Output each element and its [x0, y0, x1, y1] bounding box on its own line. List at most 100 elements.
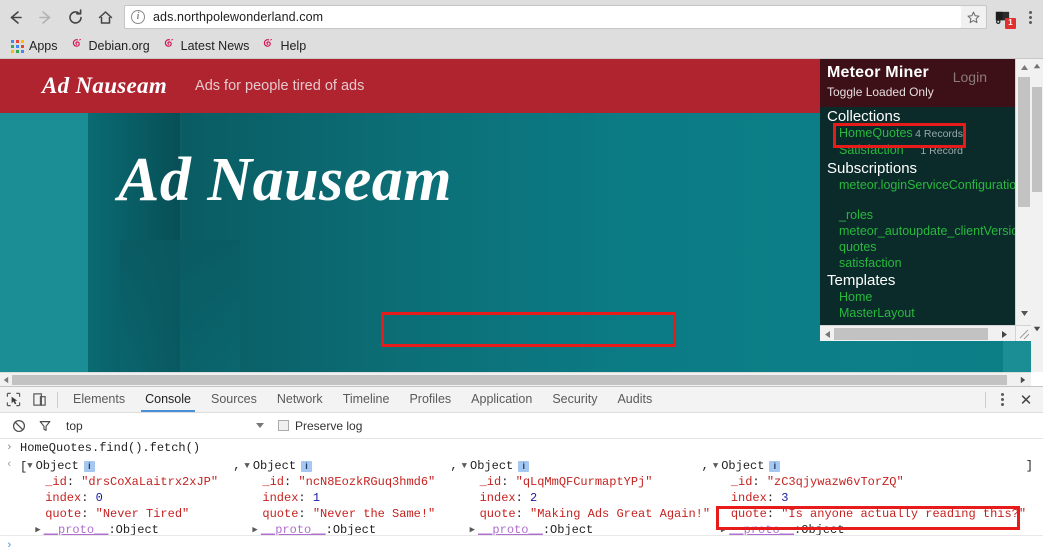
object-property-id: _id: "drsCoXaLaitrx2xJP" — [45, 475, 219, 489]
debian-swirl-icon — [162, 37, 176, 56]
info-icon[interactable]: i — [518, 460, 530, 472]
triangle-expanded-icon[interactable]: ▼ — [244, 458, 249, 474]
chevron-down-icon[interactable] — [256, 423, 264, 428]
info-icon[interactable]: i — [769, 460, 781, 472]
reload-icon[interactable] — [60, 2, 90, 32]
input-chevron-icon: › — [6, 442, 13, 454]
inspect-element-icon[interactable] — [0, 388, 26, 412]
subscription-item[interactable]: _roles — [827, 207, 1015, 223]
property-key: quote — [479, 507, 516, 521]
console-output[interactable]: › HomeQuotes.find().fetch() ‹ [ ▼ Object… — [0, 439, 1043, 554]
bookmark-apps[interactable]: Apps — [8, 35, 65, 57]
scroll-right-arrow-icon[interactable] — [998, 328, 1010, 340]
subscription-item[interactable]: meteor.loginServiceConfiguration — [827, 177, 1015, 193]
object-property-index: index: 0 — [45, 491, 103, 505]
object-separator: , — [233, 459, 241, 473]
console-object[interactable]: ▼ Object i _id: "zC3qjywazw6vTorZQ" inde… — [713, 458, 1026, 538]
devtools-toolbar-right: ✕ — [980, 391, 1043, 409]
object-property-id: _id: "qLqMmQFCurmaptYPj" — [479, 475, 653, 489]
object-header[interactable]: ▼ Object i — [462, 458, 698, 474]
bookmark-label: Latest News — [180, 39, 250, 53]
hero-band-left — [0, 113, 88, 372]
collection-name[interactable]: HomeQuotes — [839, 125, 913, 141]
tab-timeline[interactable]: Timeline — [333, 388, 400, 411]
property-key: quote — [730, 507, 767, 521]
template-item[interactable]: Home — [827, 289, 1015, 305]
console-prompt[interactable]: › — [6, 540, 13, 552]
hero-title: Ad Nauseam — [118, 146, 452, 214]
tab-console[interactable]: Console — [135, 388, 201, 412]
scrollbar-thumb[interactable] — [1032, 87, 1042, 192]
tab-network[interactable]: Network — [267, 388, 333, 411]
back-arrow-icon[interactable] — [0, 2, 30, 32]
triangle-expanded-icon[interactable]: ▼ — [713, 458, 718, 474]
object-header[interactable]: ▼ Object i — [713, 458, 1013, 474]
tab-profiles[interactable]: Profiles — [399, 388, 461, 411]
property-value: "Never Tired" — [95, 507, 190, 521]
return-chevron-icon: ‹ — [6, 459, 13, 471]
clear-console-icon[interactable] — [6, 414, 32, 438]
panel-resize-grip[interactable] — [1015, 325, 1031, 341]
page-scroll-right-icon[interactable] — [1017, 375, 1029, 385]
property-value: "drsCoXaLaitrx2xJP" — [81, 475, 219, 489]
property-key: quote — [45, 507, 82, 521]
scrollbar-thumb[interactable] — [1018, 77, 1030, 207]
console-command: HomeQuotes.find().fetch() — [20, 441, 201, 455]
triangle-expanded-icon[interactable]: ▼ — [462, 458, 467, 474]
subscription-item[interactable]: satisfaction — [827, 255, 1015, 271]
page-scroll-down-icon[interactable] — [1032, 324, 1042, 334]
panel-vertical-scrollbar[interactable] — [1015, 59, 1031, 325]
panel-horizontal-scrollbar[interactable] — [820, 325, 1015, 341]
object-label: Object — [35, 459, 79, 473]
filter-icon[interactable] — [32, 414, 58, 438]
console-object[interactable]: ▼ Object i _id: "drsCoXaLaitrx2xJP" inde… — [27, 458, 229, 538]
subscription-item[interactable]: quotes — [827, 239, 1015, 255]
login-link[interactable]: Login — [953, 69, 987, 85]
device-toolbar-icon[interactable] — [26, 388, 52, 412]
browser-menu-icon[interactable] — [1017, 2, 1043, 32]
address-bar[interactable]: i ads.northpolewonderland.com — [124, 5, 962, 29]
scrollbar-thumb[interactable] — [12, 375, 1007, 385]
tab-audits[interactable]: Audits — [607, 388, 662, 411]
scroll-left-arrow-icon[interactable] — [822, 328, 832, 340]
devtools-close-icon[interactable]: ✕ — [1013, 391, 1039, 409]
toggle-loaded-only[interactable]: Toggle Loaded Only — [827, 85, 1015, 99]
subscription-item[interactable]: meteor_autoupdate_clientVersions — [827, 223, 1015, 239]
collection-name[interactable]: Satisfaction — [839, 142, 904, 158]
collection-row-satisfaction[interactable]: Satisfaction 1 Record — [827, 142, 1015, 159]
template-item[interactable]: MasterLayout — [827, 305, 1015, 321]
bookmark-label: Help — [280, 39, 307, 53]
info-icon[interactable]: i — [301, 460, 313, 472]
site-info-icon[interactable]: i — [131, 10, 145, 24]
extension-icon[interactable]: 1 — [987, 2, 1017, 32]
page-scroll-left-icon[interactable] — [1, 375, 11, 385]
object-header[interactable]: ▼ Object i — [244, 458, 446, 474]
page-vertical-scrollbar[interactable] — [1031, 59, 1043, 372]
devtools-menu-icon[interactable] — [991, 393, 1013, 406]
object-property-quote: quote: "Never Tired" — [45, 507, 190, 521]
context-selector[interactable]: top — [66, 419, 256, 433]
preserve-log-label: Preserve log — [295, 418, 363, 433]
home-icon[interactable] — [90, 2, 120, 32]
console-object[interactable]: ▼ Object i _id: "qLqMmQFCurmaptYPj" inde… — [462, 458, 710, 538]
star-icon[interactable] — [961, 5, 987, 29]
scroll-down-arrow-icon[interactable] — [1018, 307, 1030, 319]
bookmark-help[interactable]: Help — [258, 35, 313, 57]
bookmark-latest-news[interactable]: Latest News — [159, 35, 257, 57]
object-separator: , — [701, 459, 709, 473]
page-horizontal-scrollbar[interactable] — [0, 372, 1031, 386]
triangle-expanded-icon[interactable]: ▼ — [27, 458, 32, 474]
tab-elements[interactable]: Elements — [63, 388, 135, 411]
scroll-up-arrow-icon[interactable] — [1018, 61, 1030, 73]
console-object[interactable]: ▼ Object i _id: "ncN8EozkRGuq3hmd6" inde… — [244, 458, 446, 538]
tab-sources[interactable]: Sources — [201, 388, 267, 411]
collection-row-homequotes[interactable]: HomeQuotes 4 Records — [827, 125, 1015, 142]
page-scroll-up-icon[interactable] — [1032, 61, 1042, 71]
scrollbar-thumb[interactable] — [834, 328, 988, 340]
bookmark-debian-org[interactable]: Debian.org — [67, 35, 157, 57]
tab-security[interactable]: Security — [542, 388, 607, 411]
object-header[interactable]: ▼ Object i — [27, 458, 229, 474]
preserve-log-checkbox[interactable] — [278, 420, 289, 431]
tab-application[interactable]: Application — [461, 388, 542, 411]
info-icon[interactable]: i — [83, 460, 95, 472]
